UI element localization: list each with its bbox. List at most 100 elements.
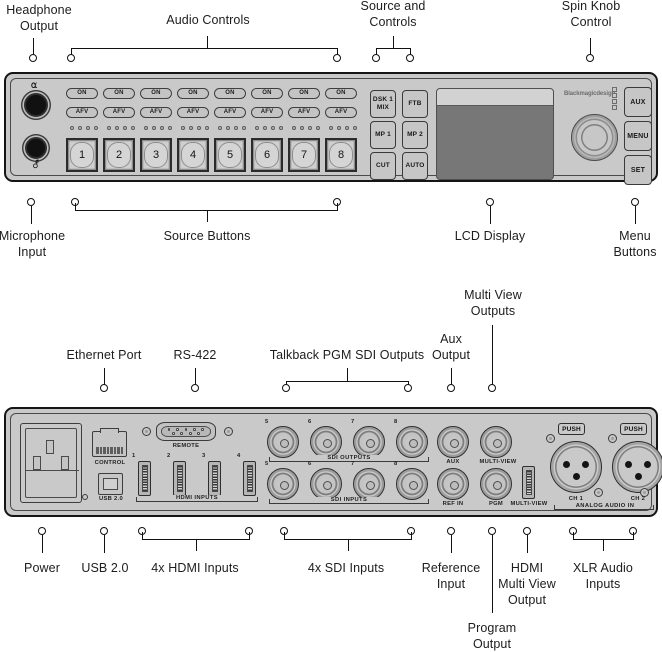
- xlr-ch1-push[interactable]: PUSH: [558, 423, 585, 435]
- source-button-8[interactable]: 8: [325, 138, 357, 172]
- leader-spin-knob: [590, 38, 591, 55]
- multiview-bnc-label: MULTI-VIEW: [479, 459, 517, 465]
- dsk1-mix-button[interactable]: DSK 1 MIX: [370, 90, 396, 118]
- callout-aux-output: Aux Output: [431, 332, 471, 362]
- set-button[interactable]: SET: [624, 155, 652, 185]
- mp1-button[interactable]: MP 1: [370, 121, 396, 149]
- source-button-1[interactable]: 1: [66, 138, 98, 172]
- leader-sdi-inputs-stem: [348, 539, 349, 551]
- power-divider: [25, 470, 79, 471]
- remote-port[interactable]: [156, 422, 216, 441]
- sdi-input-7[interactable]: [353, 468, 385, 500]
- hdmi-multiview-output[interactable]: [522, 466, 535, 499]
- channel-8-afv[interactable]: AFV: [325, 107, 357, 118]
- channel-6-leds: [255, 126, 283, 130]
- leader-headphone-output: [33, 38, 34, 55]
- channel-3-on[interactable]: ON: [140, 88, 172, 99]
- sdi-input-8-number: 8: [394, 461, 398, 467]
- source-button-2[interactable]: 2: [103, 138, 135, 172]
- leader-talkback-stem: [347, 368, 348, 381]
- source-button-3[interactable]: 3: [140, 138, 172, 172]
- source-button-2-label: 2: [115, 149, 123, 161]
- channel-6-on[interactable]: ON: [251, 88, 283, 99]
- source-button-7-label: 7: [300, 149, 308, 161]
- channel-2-afv[interactable]: AFV: [103, 107, 135, 118]
- usb-indicator: [82, 494, 88, 500]
- sdi-input-5[interactable]: [267, 468, 299, 500]
- reference-input-bnc[interactable]: [437, 468, 469, 500]
- ftb-button[interactable]: FTB: [402, 90, 428, 118]
- leader-dot-audio-controls-right: [333, 54, 341, 62]
- leader-dot-program-output: [488, 527, 496, 535]
- diagram-root: Headphone Output Audio Controls Source a…: [0, 0, 662, 652]
- sdi-output-6[interactable]: [310, 426, 342, 458]
- channel-2-on[interactable]: ON: [103, 88, 135, 99]
- leader-multi-view-outputs: [492, 325, 493, 385]
- leader-dot-lcd-display: [486, 198, 494, 206]
- leader-lcd-display: [490, 206, 491, 224]
- multiview-output-bnc[interactable]: [480, 426, 512, 458]
- remote-label: REMOTE: [172, 443, 200, 449]
- sdi-input-8[interactable]: [396, 468, 428, 500]
- xlr-ch1-screw-bottom: [594, 488, 603, 497]
- leader-hdmi-multi-view-output: [527, 535, 528, 553]
- channel-5-on[interactable]: ON: [214, 88, 246, 99]
- lcd-display[interactable]: [436, 88, 554, 180]
- sdi-output-8[interactable]: [396, 426, 428, 458]
- hdmi-input-1[interactable]: [138, 461, 151, 496]
- xlr-input-ch1[interactable]: [550, 441, 602, 493]
- menu-button[interactable]: MENU: [624, 121, 652, 151]
- channel-7-leds: [292, 126, 320, 130]
- leader-audio-controls-bar: [71, 48, 338, 49]
- callout-headphone-output: Headphone Output: [6, 3, 72, 33]
- power-connector[interactable]: [20, 423, 82, 503]
- channel-8-on[interactable]: ON: [325, 88, 357, 99]
- channel-4-on[interactable]: ON: [177, 88, 209, 99]
- channel-1-afv[interactable]: AFV: [66, 107, 98, 118]
- source-button-4[interactable]: 4: [177, 138, 209, 172]
- channel-7-afv[interactable]: AFV: [288, 107, 320, 118]
- sdi-input-6[interactable]: [310, 468, 342, 500]
- source-button-5[interactable]: 5: [214, 138, 246, 172]
- microphone-jack[interactable]: [25, 137, 47, 159]
- channel-7-on[interactable]: ON: [288, 88, 320, 99]
- leader-dot-talkback-left: [282, 384, 290, 392]
- channel-4-afv[interactable]: AFV: [177, 107, 209, 118]
- xlr-ch2-push[interactable]: PUSH: [620, 423, 647, 435]
- leader-source-buttons-stem: [207, 210, 208, 222]
- sdi-output-7-number: 7: [351, 419, 355, 425]
- aux-button[interactable]: AUX: [624, 87, 652, 117]
- hdmi-input-3[interactable]: [208, 461, 221, 496]
- hdmi-input-4[interactable]: [243, 461, 256, 496]
- usb-port[interactable]: [98, 473, 123, 495]
- channel-6-afv[interactable]: AFV: [251, 107, 283, 118]
- cut-button[interactable]: CUT: [370, 152, 396, 180]
- callout-rs-422: RS-422: [173, 348, 217, 362]
- leader-dot-multi-view-outputs: [488, 384, 496, 392]
- leader-source-controls-bar: [376, 48, 411, 49]
- aux-output-bnc[interactable]: [437, 426, 469, 458]
- front-panel: ⍺ ⚦ ON AFV 1 ON AFV 2 ON AFV 3 ON AFV 4 …: [4, 72, 658, 185]
- sdi-input-5-number: 5: [265, 461, 269, 467]
- headphone-jack[interactable]: [24, 93, 48, 117]
- auto-button[interactable]: AUTO: [402, 152, 428, 180]
- mp2-button[interactable]: MP 2: [402, 121, 428, 149]
- hdmi-input-2[interactable]: [173, 461, 186, 496]
- channel-5-afv[interactable]: AFV: [214, 107, 246, 118]
- program-output-bnc[interactable]: [480, 468, 512, 500]
- xlr-input-ch2[interactable]: [612, 441, 662, 493]
- leader-dot-reference-input: [447, 527, 455, 535]
- callout-program-output: Program Output: [467, 621, 517, 651]
- channel-1-on[interactable]: ON: [66, 88, 98, 99]
- sdi-output-7[interactable]: [353, 426, 385, 458]
- source-button-6[interactable]: 6: [251, 138, 283, 172]
- sdi-output-5[interactable]: [267, 426, 299, 458]
- channel-3-afv[interactable]: AFV: [140, 107, 172, 118]
- callout-talkback-pgm-sdi-outputs: Talkback PGM SDI Outputs: [269, 348, 425, 362]
- spin-knob[interactable]: [571, 114, 618, 161]
- ethernet-port[interactable]: [92, 428, 127, 457]
- callout-spin-knob-control: Spin Knob Control: [561, 0, 621, 29]
- callout-lcd-display: LCD Display: [454, 229, 526, 243]
- leader-dot-menu-buttons: [631, 198, 639, 206]
- source-button-7[interactable]: 7: [288, 138, 320, 172]
